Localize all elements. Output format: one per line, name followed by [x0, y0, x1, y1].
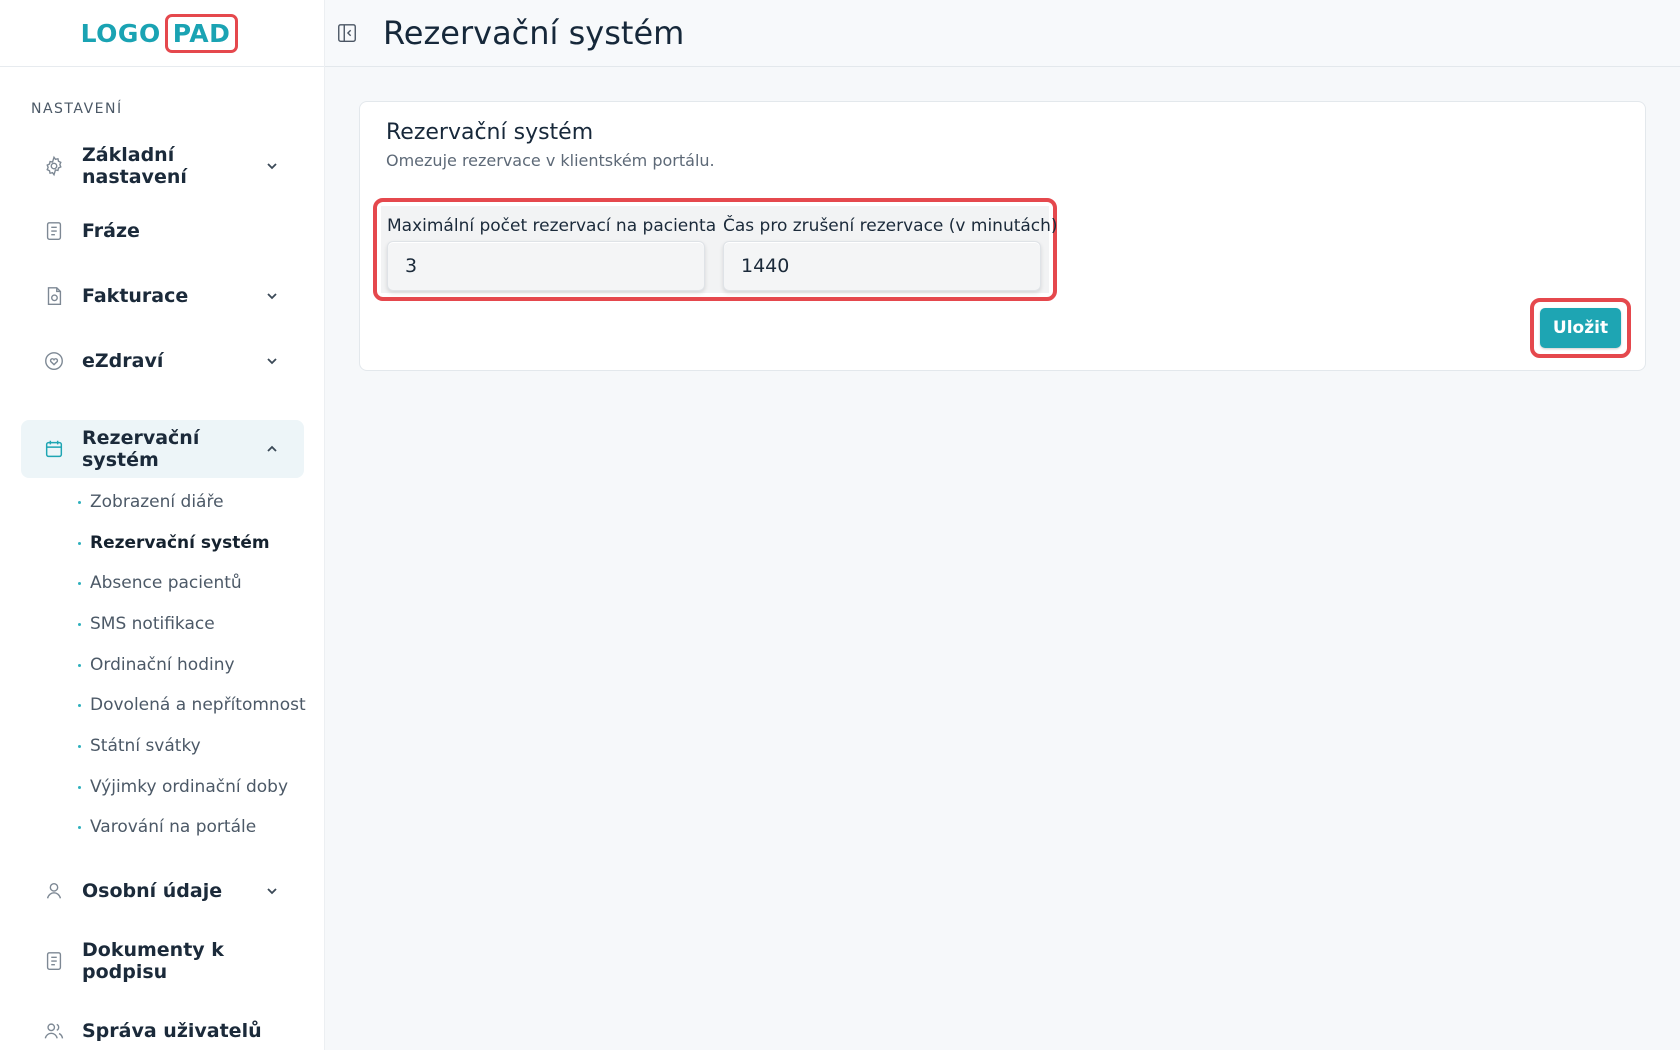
max-reservations-input[interactable]: 3: [387, 241, 705, 291]
submenu-item-label: Absence pacientů: [90, 573, 242, 593]
submenu-item-varovani[interactable]: Varování na portále: [78, 813, 256, 841]
sidebar-item-label: Rezervační systém: [82, 427, 200, 471]
submenu-item-ordinacni-hodiny[interactable]: Ordinační hodiny: [78, 651, 235, 679]
page-title: Rezervační systém: [383, 14, 685, 52]
user-icon: [42, 879, 66, 903]
sidebar-item-osobni-udaje[interactable]: Osobní údaje: [21, 862, 304, 920]
save-button[interactable]: Uložit: [1540, 308, 1621, 348]
sidebar-item-dokumenty-k-podpisu[interactable]: Dokumenty k podpisu: [21, 932, 304, 990]
bullet-icon: [78, 704, 81, 707]
card-title: Rezervační systém: [386, 120, 594, 145]
document-icon: [42, 219, 66, 243]
bullet-icon: [78, 542, 81, 545]
document-icon: [42, 949, 66, 973]
settings-card: Rezervační systém Omezuje rezervace v kl…: [359, 101, 1646, 371]
submenu-item-dovolena[interactable]: Dovolená a nepřítomnost: [78, 691, 306, 719]
submenu-item-label: Ordinační hodiny: [90, 655, 235, 675]
submenu-item-label: Varování na portále: [90, 817, 257, 837]
sidebar-item-label: Dokumenty k podpisu: [82, 939, 224, 983]
bullet-icon: [78, 826, 81, 829]
sidebar-item-label: Osobní údaje: [82, 880, 223, 902]
chevron-down-icon: [267, 293, 277, 300]
users-icon: [42, 1019, 66, 1043]
sidebar-item-ezdravi[interactable]: eZdraví: [21, 332, 304, 390]
submenu-item-label: Dovolená a nepřítomnost: [90, 695, 306, 715]
sidebar-item-label: Základní nastavení: [82, 144, 187, 188]
sidebar-item-label: Správa uživatelů: [82, 1020, 262, 1042]
submenu-item-label: SMS notifikace: [90, 614, 215, 634]
page-header: Rezervační systém: [325, 0, 1680, 67]
gear-icon: [42, 154, 66, 178]
cancel-time-label: Čas pro zrušení rezervace (v minutách): [723, 216, 1058, 236]
fields-group: Maximální počet rezervací na pacienta 3 …: [381, 206, 1058, 293]
sidebar-item-zakladni-nastaveni[interactable]: Základní nastavení: [21, 137, 304, 195]
submenu-item-label: Státní svátky: [90, 736, 201, 756]
fields-highlight: Maximální počet rezervací na pacienta 3 …: [373, 198, 1058, 301]
sidebar-item-fakturace[interactable]: Fakturace: [21, 267, 304, 325]
logo[interactable]: LOGO PAD: [80, 13, 239, 53]
card-subtitle: Omezuje rezervace v klientském portálu.: [386, 151, 715, 170]
submenu-item-statni-svatky[interactable]: Státní svátky: [78, 732, 201, 760]
submenu-item-label: Zobrazení diáře: [90, 492, 224, 512]
sidebar-item-fraze[interactable]: Fráze: [21, 202, 304, 260]
sidebar-item-label: Fakturace: [82, 285, 189, 307]
sidebar-item-label: eZdraví: [82, 350, 164, 372]
submenu-item-sms-notifikace[interactable]: SMS notifikace: [78, 610, 215, 638]
submenu-item-rezervacni-system[interactable]: Rezervační systém: [78, 529, 270, 557]
chevron-down-icon: [267, 163, 277, 170]
sidebar-collapse-icon[interactable]: [335, 21, 359, 45]
save-highlight: Uložit: [1530, 298, 1631, 358]
calendar-icon: [42, 437, 66, 461]
bullet-icon: [78, 664, 81, 667]
submenu-item-label: Výjimky ordinační doby: [90, 777, 289, 797]
submenu-item-zobrazeni-diare[interactable]: Zobrazení diáře: [78, 488, 224, 516]
bullet-icon: [78, 786, 81, 789]
bullet-icon: [78, 501, 81, 504]
submenu-item-absence-pacientu[interactable]: Absence pacientů: [78, 569, 242, 597]
max-reservations-label: Maximální počet rezervací na pacienta: [387, 216, 717, 236]
bullet-icon: [78, 745, 81, 748]
chevron-down-icon: [267, 888, 277, 895]
sidebar-item-sprava-uzivatelu[interactable]: Správa uživatelů: [21, 1002, 304, 1050]
logo-text: LOGO: [80, 18, 161, 48]
bullet-icon: [78, 623, 81, 626]
sidebar-item-rezervacni-system[interactable]: Rezervační systém: [21, 420, 304, 478]
submenu-item-vyjimky[interactable]: Výjimky ordinační doby: [78, 773, 288, 801]
logo-badge: PAD: [164, 13, 239, 53]
heart-circle-icon: [42, 349, 66, 373]
cancel-time-input[interactable]: 1440: [723, 241, 1041, 291]
chevron-down-icon: [267, 358, 277, 365]
invoice-icon: [42, 284, 66, 308]
sidebar-item-label: Fráze: [82, 220, 140, 242]
sidebar: LOGO PAD NASTAVENÍ Základní nastavení Fr…: [0, 0, 325, 1050]
submenu-item-label: Rezervační systém: [90, 533, 270, 553]
logo-area: LOGO PAD: [0, 0, 324, 67]
chevron-up-icon: [267, 445, 277, 452]
sidebar-section-title: NASTAVENÍ: [31, 101, 123, 117]
bullet-icon: [78, 582, 81, 585]
